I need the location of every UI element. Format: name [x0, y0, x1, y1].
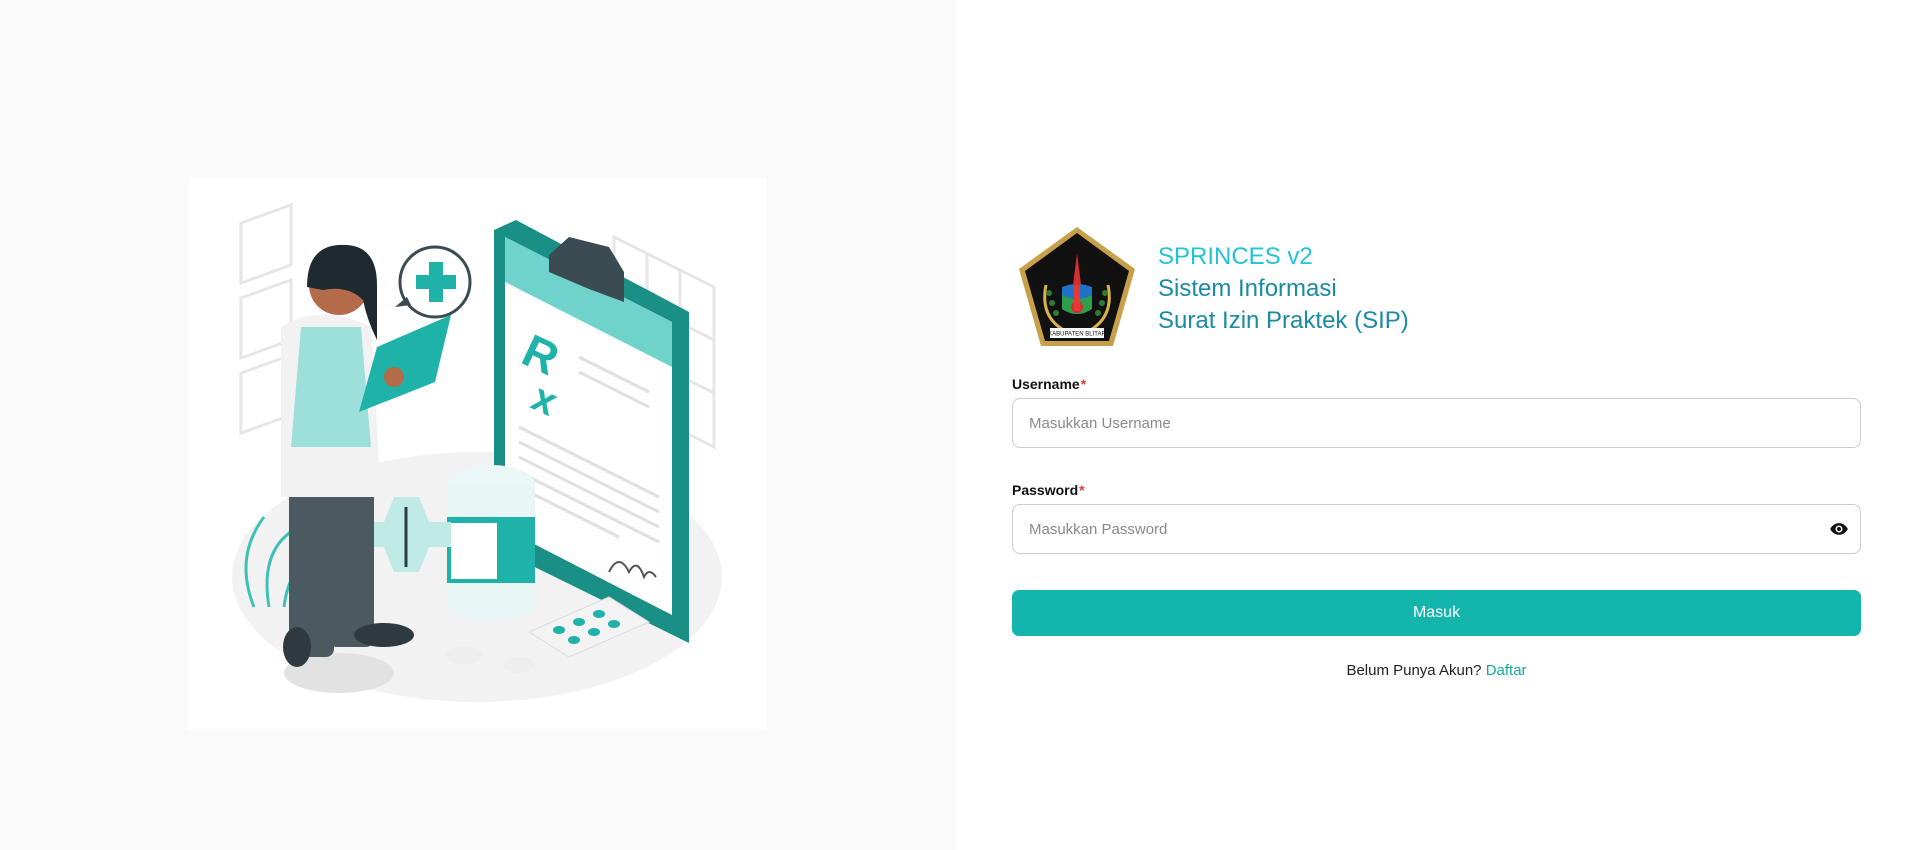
brand-header: KABUPATEN BLITAR SPRINCES v2 Sistem Info… [1016, 225, 1409, 350]
password-label: Password* [1012, 480, 1861, 500]
password-input[interactable] [1012, 504, 1861, 554]
illustration-pane: R x [0, 0, 957, 850]
register-link[interactable]: Daftar [1486, 662, 1527, 679]
username-field-wrap [1012, 398, 1861, 448]
doctor-prescription-illustration: R x [232, 202, 722, 702]
password-label-text: Password [1012, 482, 1079, 498]
password-field-wrap [1012, 504, 1861, 554]
illustration-card: R x [189, 177, 766, 730]
svg-text:KABUPATEN BLITAR: KABUPATEN BLITAR [1048, 332, 1106, 338]
username-input[interactable] [1012, 398, 1861, 448]
kabupaten-blitar-emblem: KABUPATEN BLITAR [1019, 227, 1135, 346]
system-name-line1: Sistem Informasi [1158, 275, 1337, 302]
eye-icon[interactable] [1829, 519, 1849, 539]
product-name: SPRINCES v2 [1158, 243, 1313, 270]
username-label: Username* [1012, 374, 1861, 394]
username-label-text: Username [1012, 376, 1080, 392]
system-name-line2: Surat Izin Praktek (SIP) [1158, 307, 1409, 334]
required-mark: * [1080, 376, 1087, 392]
required-mark: * [1079, 482, 1085, 498]
brand-text: SPRINCES v2 Sistem Informasi Surat Izin … [1158, 241, 1409, 337]
login-form: Username* Password* Masuk Belum Punya Ak… [1012, 374, 1861, 679]
login-button[interactable]: Masuk [1012, 590, 1861, 636]
register-prompt-text: Belum Punya Akun? [1346, 662, 1482, 679]
register-prompt: Belum Punya Akun? Daftar [1012, 662, 1861, 679]
